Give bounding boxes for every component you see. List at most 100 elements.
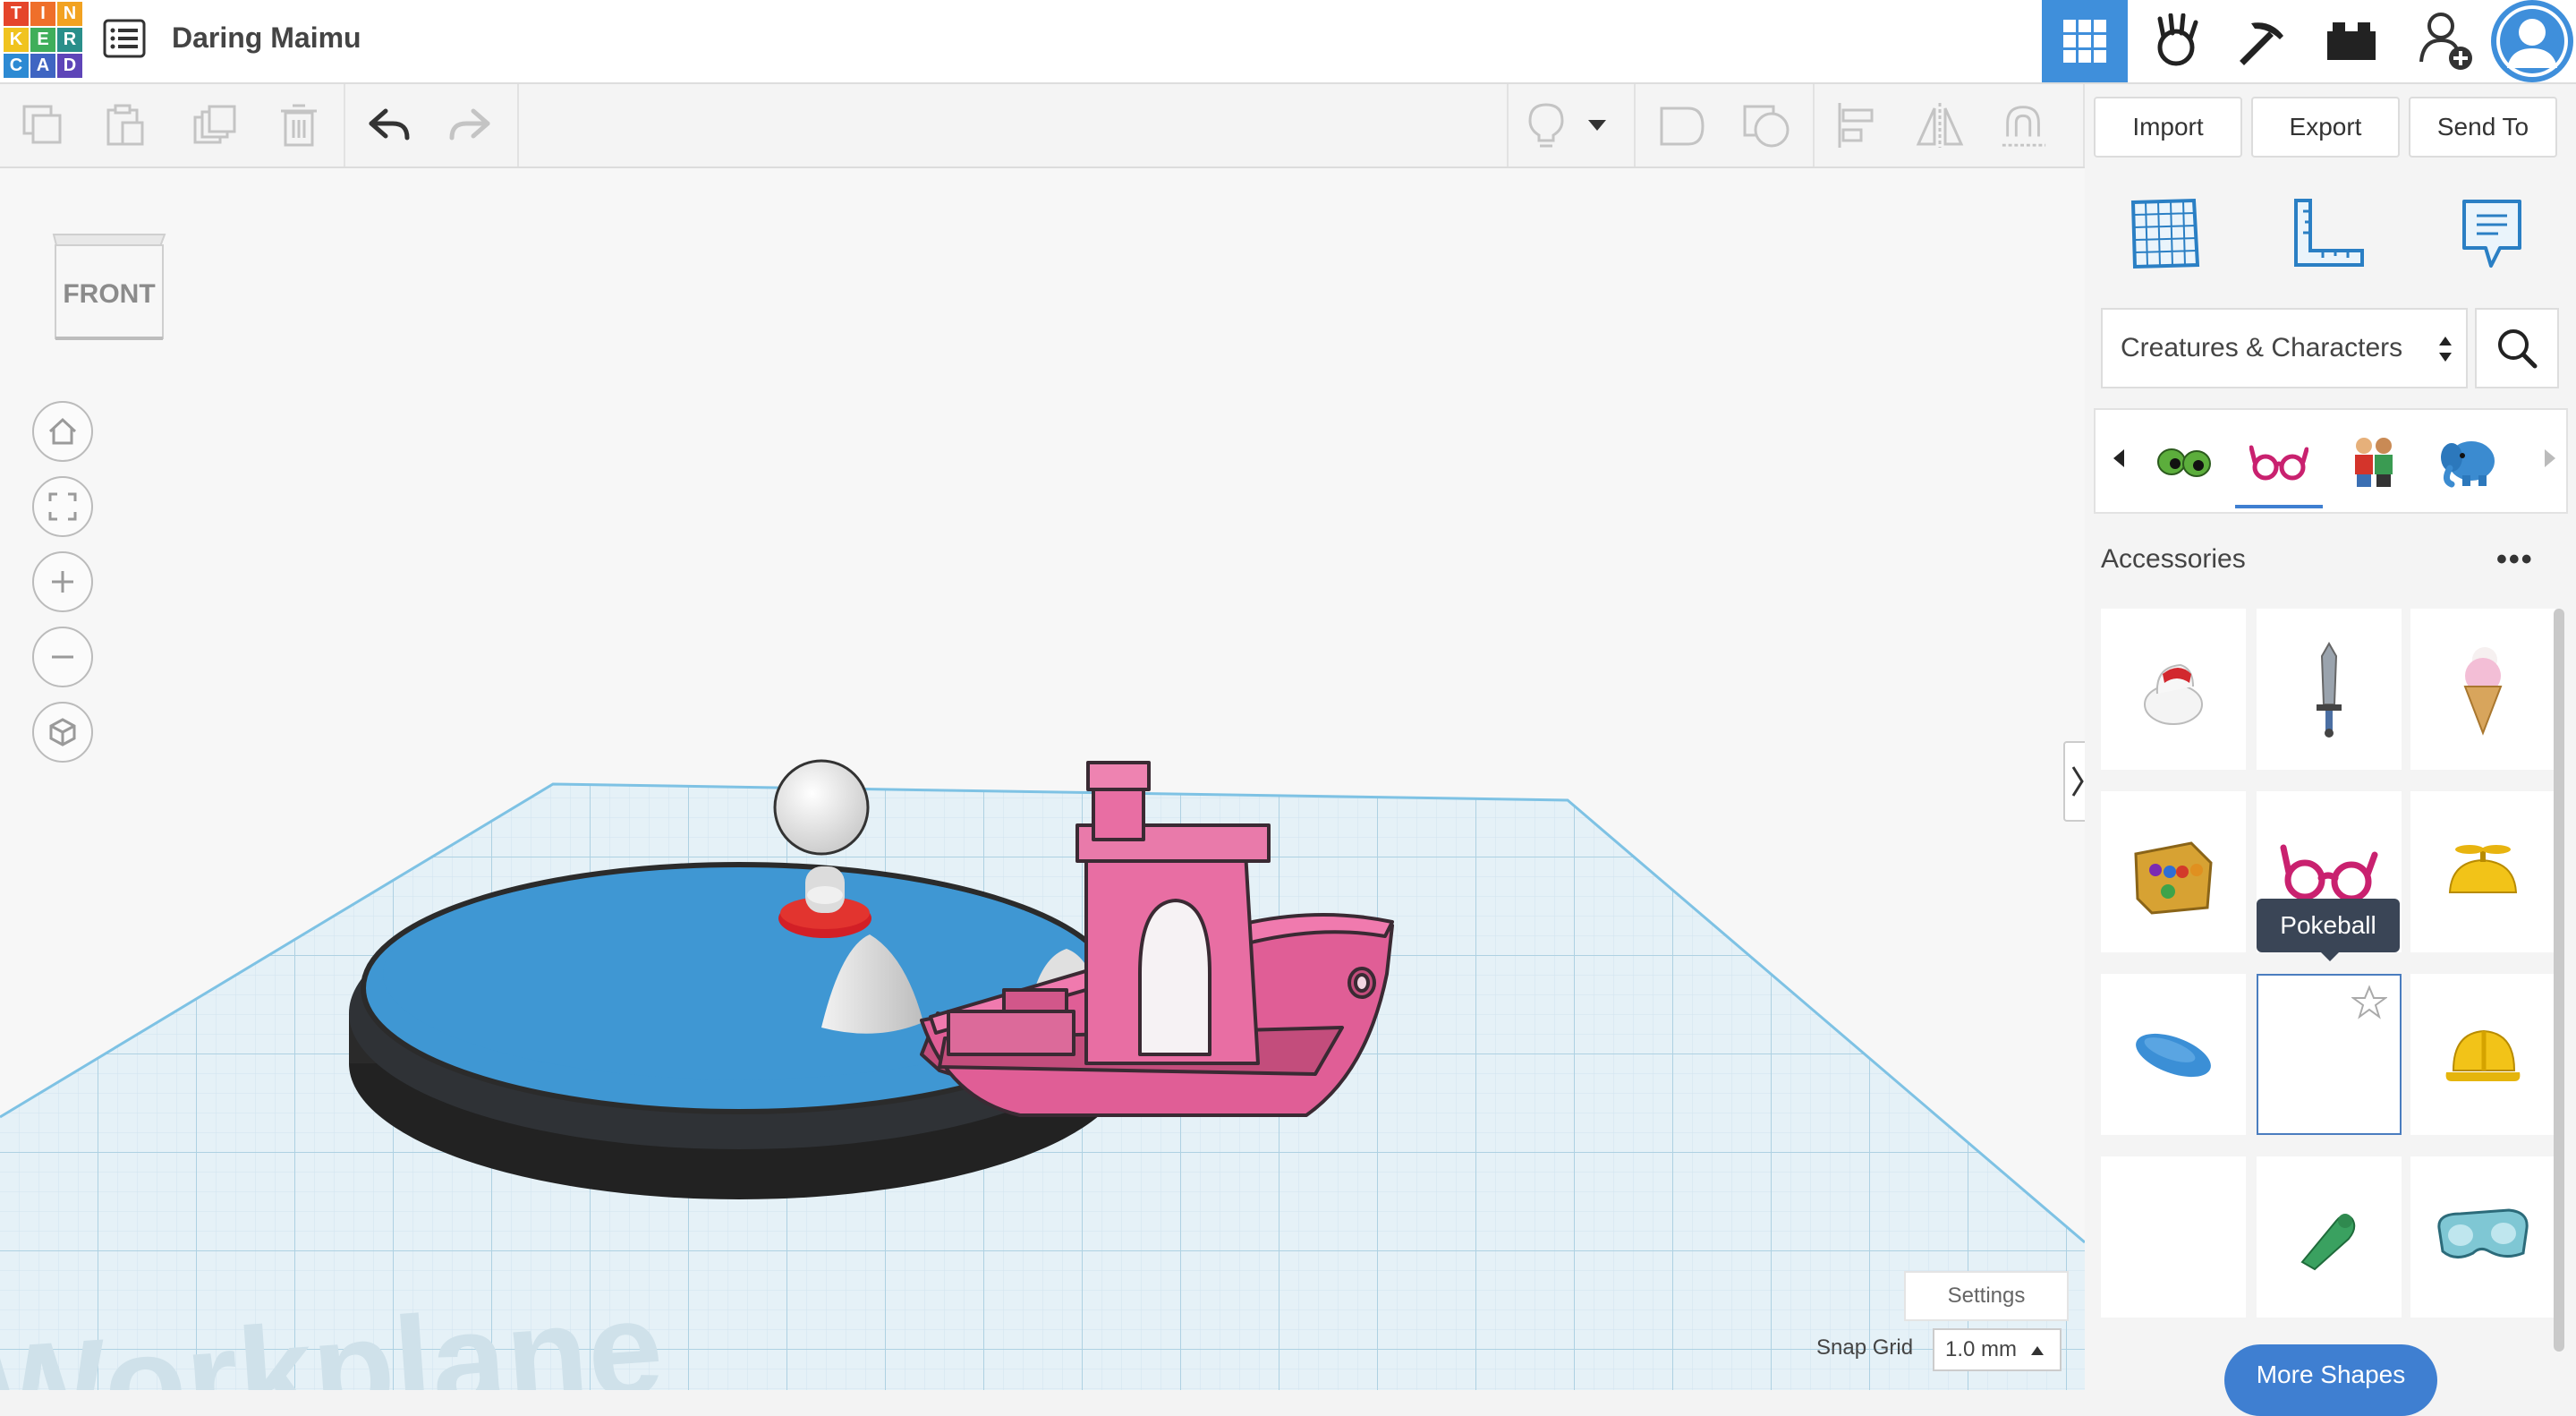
figures-icon [2355,438,2393,487]
bricks-button[interactable] [2308,0,2394,82]
grid-view-button[interactable] [2042,0,2128,82]
zoom-out-button[interactable] [32,627,93,687]
shape-search-button[interactable] [2475,308,2559,388]
shape-tile[interactable] [2257,609,2402,770]
shape-tile[interactable] [2101,974,2246,1135]
ungroup-button[interactable] [1741,100,1791,150]
mirror-button[interactable] [1915,100,1965,150]
shape-tile-selected[interactable] [2257,974,2402,1135]
logo-letter: E [30,28,55,52]
workplane-icon [2130,198,2200,269]
logo-letter: T [4,2,29,26]
delete-button[interactable] [274,100,324,150]
section-more-button[interactable]: ••• [2496,542,2534,577]
send-to-button[interactable]: Send To [2409,97,2557,158]
perspective-button[interactable] [32,702,93,763]
toolbar-divider [517,84,519,166]
copy-button[interactable] [18,100,68,150]
fit-view-icon [48,492,77,521]
propeller-hat-shape [2448,845,2518,893]
import-button[interactable]: Import [2094,97,2242,158]
home-view-button[interactable] [32,401,93,462]
top-bar: T I N K E R C A D Daring Maimu [0,0,2576,84]
lightbulb-icon [1528,103,1564,148]
sim-lab-button[interactable] [2133,0,2219,82]
duplicate-button[interactable] [190,100,240,150]
tab-eyes[interactable] [2140,419,2228,505]
user-avatar[interactable] [2491,0,2573,82]
hat-shape [2144,663,2203,725]
glasses-icon [2249,445,2308,481]
snap-grid-value: 1.0 mm [1945,1337,2018,1361]
category-select[interactable]: Creatures & Characters [2101,308,2468,388]
project-title[interactable]: Daring Maimu [172,21,361,55]
align-icon [1838,103,1874,148]
sword-shape [2317,641,2342,738]
show-hide-button[interactable] [1521,100,1571,150]
shape-tile[interactable] [2410,974,2555,1135]
shape-tile[interactable] [2410,609,2555,770]
tab-figures[interactable] [2330,419,2418,505]
zoom-in-button[interactable] [32,551,93,612]
shape-tile[interactable] [2410,791,2555,952]
3d-viewport[interactable]: Workplane FRONT [0,168,2085,1390]
settings-button[interactable]: Settings [1904,1271,2069,1321]
cruise-button[interactable] [1999,100,2049,150]
caret-left-icon [2113,449,2124,467]
fit-view-button[interactable] [32,476,93,537]
tab-elephant[interactable] [2425,419,2512,505]
group-button[interactable] [1657,100,1707,150]
logo-letter: N [57,2,82,26]
tabs-scroll-left-button[interactable] [2113,449,2124,472]
ice-cream-shape [2463,647,2503,736]
section-title: Accessories [2101,544,2246,574]
paste-button[interactable] [100,100,150,150]
export-button[interactable]: Export [2251,97,2400,158]
logo-letter: I [30,2,55,26]
align-button[interactable] [1831,100,1881,150]
undo-icon [369,108,410,141]
tinkercad-logo[interactable]: T I N K E R C A D [4,2,82,79]
panel-scrollbar[interactable] [2554,609,2564,1352]
view-cube[interactable]: FRONT [52,234,166,340]
tab-glasses[interactable] [2235,419,2323,508]
eyes-icon [2157,448,2211,477]
chevron-right-icon [2071,766,2084,797]
zoom-in-icon [52,571,73,593]
minecraft-button[interactable] [2221,0,2307,82]
gauntlet-shape [2134,841,2213,915]
snap-grid-select[interactable]: 1.0 mm [1933,1328,2062,1371]
perspective-icon [49,718,76,746]
ruler-button[interactable] [2289,193,2369,274]
delete-icon [281,104,317,147]
mirror-icon [1916,103,1964,148]
workplane-button[interactable] [2124,193,2205,274]
logo-letter: A [30,54,55,78]
bricks-icon [2327,22,2376,60]
undo-button[interactable] [363,100,413,150]
logo-letter: K [4,28,29,52]
chevron-up-icon [2031,1346,2044,1355]
redo-button[interactable] [446,100,496,150]
category-value: Creatures & Characters [2121,333,2403,363]
notes-button[interactable] [2452,193,2532,274]
glasses-shape [2280,844,2378,902]
design-list-button[interactable] [102,18,147,59]
visibility-dropdown-button[interactable] [1584,100,1611,150]
hard-hat-shape [2445,1029,2521,1081]
shape-tile[interactable] [2410,1156,2555,1318]
shape-tile[interactable] [2257,1156,2402,1318]
more-shapes-button[interactable]: More Shapes [2224,1344,2437,1416]
user-avatar-icon [2496,5,2568,77]
favorite-star-icon[interactable] [2351,985,2387,1020]
magnet-icon [2002,106,2046,147]
tabs-scroll-right-button[interactable] [2545,449,2555,472]
invite-user-button[interactable] [2403,0,2489,82]
tinker-hand-icon [2157,13,2198,66]
shape-tile[interactable] [2101,609,2246,770]
shape-tile[interactable] [2101,791,2246,952]
grid-view-icon [2063,20,2106,63]
notes-icon [2462,200,2521,268]
workplane-scene: Workplane FRONT [0,234,2085,1390]
shape-tile[interactable] [2101,1156,2246,1318]
